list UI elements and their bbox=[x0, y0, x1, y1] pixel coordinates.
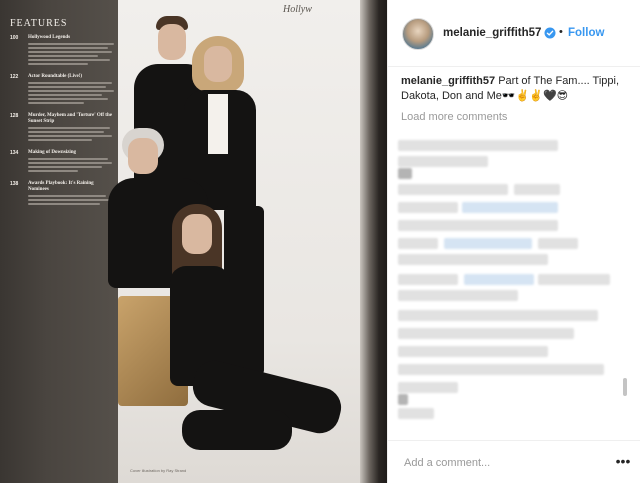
post-header: melanie_griffith57 • Follow bbox=[388, 0, 640, 67]
features-heading: FEATURES bbox=[10, 18, 68, 29]
add-comment-input[interactable] bbox=[402, 454, 601, 472]
caption-username[interactable]: melanie_griffith57 bbox=[401, 75, 495, 87]
feature-title: Murder, Mayhem and 'Torture' Off the Sun… bbox=[28, 113, 112, 124]
more-options-icon[interactable]: ••• bbox=[614, 452, 632, 470]
post-photo[interactable]: FEATURES 100 Hollywood Legends 122 Actor… bbox=[0, 0, 387, 483]
magazine-left-page: FEATURES 100 Hollywood Legends 122 Actor… bbox=[0, 0, 118, 483]
username-link[interactable]: melanie_griffith57 bbox=[443, 27, 541, 39]
separator-dot: • bbox=[559, 26, 563, 38]
magazine-binding bbox=[360, 0, 387, 483]
masthead-text: Hollyw bbox=[283, 4, 312, 15]
feature-title: Awards Playbook: It's Raining Nominees bbox=[28, 181, 94, 192]
feature-page-number: 138 bbox=[10, 181, 19, 187]
post-caption: melanie_griffith57 Part of The Fam.... T… bbox=[401, 74, 633, 104]
person-dark-haired-woman bbox=[152, 204, 362, 474]
features-list: FEATURES 100 Hollywood Legends 122 Actor… bbox=[10, 18, 114, 214]
feature-page-number: 128 bbox=[10, 113, 19, 119]
blurred-comments bbox=[398, 132, 630, 432]
feature-title: Hollywood Legends bbox=[28, 35, 71, 40]
instagram-post: FEATURES 100 Hollywood Legends 122 Actor… bbox=[0, 0, 640, 483]
feature-item: 100 Hollywood Legends bbox=[10, 35, 114, 65]
feature-title: Making of Downsizing bbox=[28, 150, 77, 155]
feature-page-number: 100 bbox=[10, 35, 19, 41]
feature-item: 128 Murder, Mayhem and 'Torture' Off the… bbox=[10, 113, 114, 141]
verified-badge-icon bbox=[544, 27, 556, 39]
load-more-comments-button[interactable]: Load more comments bbox=[401, 111, 507, 123]
comments-scrollbar[interactable] bbox=[623, 378, 627, 396]
post-side-panel: melanie_griffith57 • Follow melanie_grif… bbox=[387, 0, 640, 483]
feature-page-number: 134 bbox=[10, 150, 19, 156]
magazine-photo-page: Hollyw Cover illustration by Ray Strand bbox=[108, 0, 370, 483]
feature-page-number: 122 bbox=[10, 74, 19, 80]
blurred-comment bbox=[398, 140, 558, 151]
comment-bar: ••• bbox=[388, 440, 640, 484]
avatar[interactable] bbox=[402, 18, 434, 50]
feature-item: 134 Making of Downsizing bbox=[10, 150, 114, 172]
feature-title: Actor Roundtable (Live!) bbox=[28, 74, 83, 79]
feature-item: 122 Actor Roundtable (Live!) bbox=[10, 74, 114, 104]
photo-credit: Cover illustration by Ray Strand bbox=[130, 468, 187, 473]
follow-button[interactable]: Follow bbox=[568, 27, 604, 39]
feature-item: 138 Awards Playbook: It's Raining Nomine… bbox=[10, 181, 114, 205]
